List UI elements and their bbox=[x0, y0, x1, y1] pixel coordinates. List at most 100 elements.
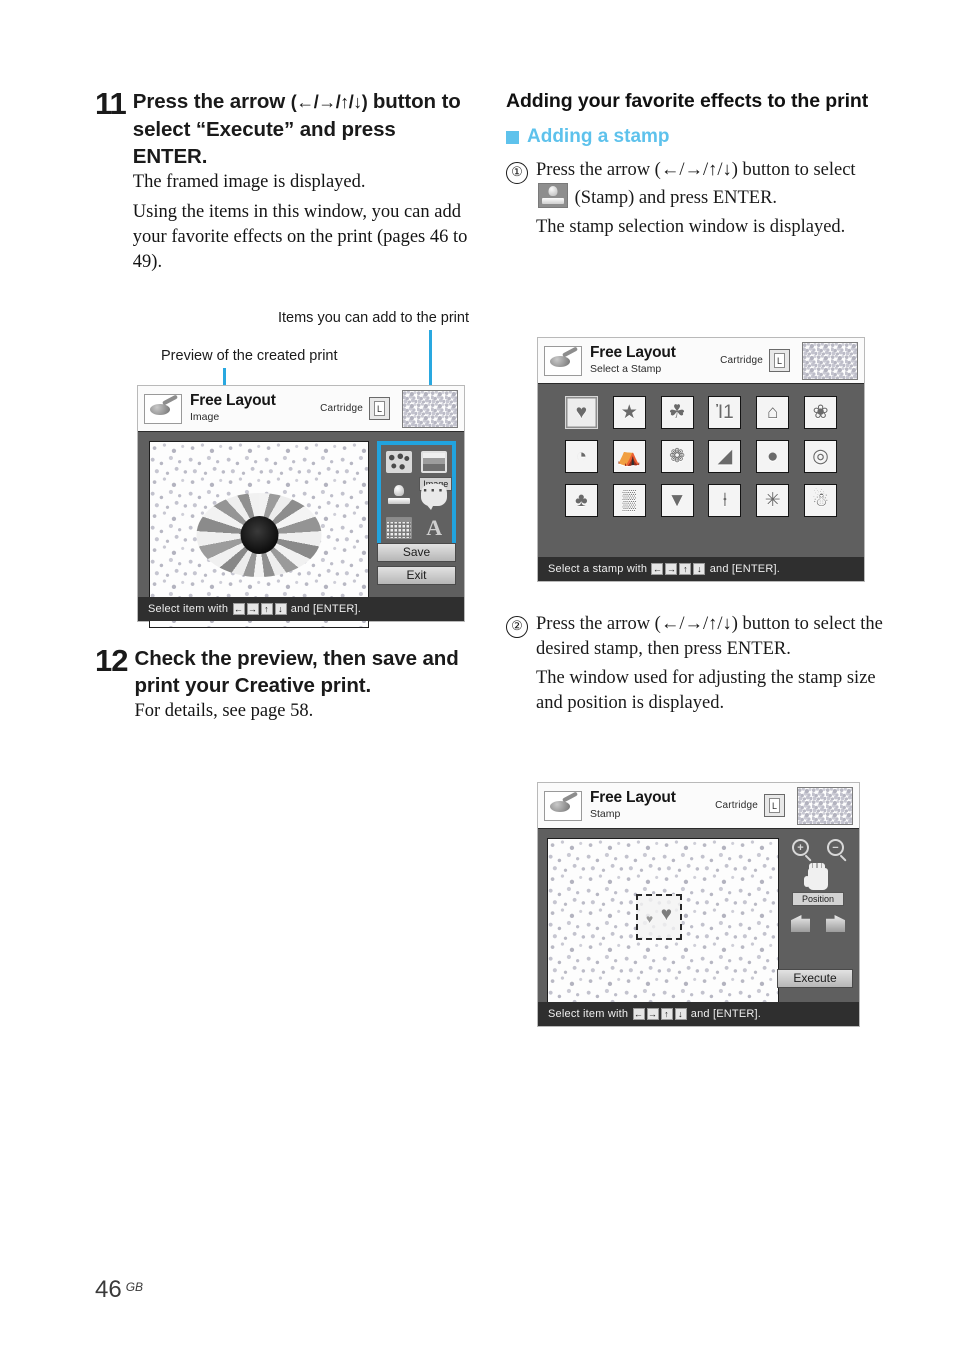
shot3-status-suffix: and [ENTER]. bbox=[690, 1008, 762, 1020]
shot2-cartridge-label: Cartridge bbox=[720, 355, 763, 366]
list-item-2-line-2: The window used for adjusting the stamp … bbox=[536, 668, 876, 713]
callout-preview-label: Preview of the created print bbox=[161, 348, 338, 364]
key-up: ↑ bbox=[660, 1008, 673, 1020]
free-layout-icon bbox=[144, 393, 182, 424]
position-label: Position bbox=[792, 892, 844, 906]
list-item-1-line-2: The stamp selection window is displayed. bbox=[536, 217, 846, 237]
right-column: Adding your favorite effects to the prin… bbox=[506, 88, 886, 247]
sub-heading: Adding a stamp bbox=[506, 125, 886, 149]
position-hand-icon[interactable] bbox=[804, 863, 828, 890]
stamp-cell-clover[interactable]: ☘ bbox=[660, 396, 694, 429]
shot1-titles: Free Layout Image bbox=[190, 393, 276, 424]
house-icon: ⌂ bbox=[766, 401, 779, 423]
step-12-line-1: For details, see page 58. bbox=[134, 701, 314, 721]
shot2-body: ♥ ★ ☘ Ἰ1 ⌂ ❀ ◔ ⛺ ❁ ◢ ● ◎ ♣ ▒ ▼ ⍿ ✳ ☃ bbox=[538, 384, 864, 557]
page-region: GB bbox=[125, 1280, 144, 1294]
bell-icon: ⍿ bbox=[722, 489, 728, 511]
execute-button[interactable]: Execute bbox=[777, 969, 853, 988]
list-item-1-text-b: (Stamp) and press ENTER. bbox=[574, 188, 778, 208]
key-down: ↓ bbox=[274, 603, 287, 615]
list-body-2: Press the arrow (←/→/↑/↓) button to sele… bbox=[536, 612, 886, 720]
stamp-cell-house[interactable]: ⌂ bbox=[756, 396, 790, 429]
zoom-in-icon[interactable]: + bbox=[792, 839, 809, 856]
save-button[interactable]: Save bbox=[377, 543, 456, 562]
shot3-statusbar: Select item with ← → ↑ ↓ and [ENTER]. bbox=[538, 1002, 859, 1026]
message-icon[interactable] bbox=[421, 481, 448, 510]
shot2-status-suffix: and [ENTER]. bbox=[709, 563, 780, 575]
stamp-icon[interactable] bbox=[386, 484, 412, 506]
stamp-cell-pine-tree[interactable]: ♣ bbox=[564, 484, 598, 517]
framed-sunflower-image bbox=[196, 492, 322, 577]
list-marker-1: ① bbox=[506, 162, 528, 184]
snowman-icon: ☃ bbox=[812, 489, 830, 511]
key-left: ← bbox=[651, 563, 664, 575]
cartridge-size: L bbox=[374, 401, 385, 416]
rotate-right-icon[interactable] bbox=[826, 915, 845, 932]
step-11-text: The framed image is displayed. Using the… bbox=[133, 170, 470, 275]
shot1-status-suffix: and [ENTER]. bbox=[290, 603, 362, 615]
stamp-cell-wreath[interactable]: ◎ bbox=[804, 440, 838, 473]
step-12-number: 12 bbox=[95, 643, 128, 678]
stamp-cell-pumpkin[interactable]: ● bbox=[756, 440, 790, 473]
shot3-execute-wrap: Execute bbox=[777, 969, 853, 992]
key-down: ↓ bbox=[674, 1008, 687, 1020]
step-12-text: For details, see page 58. bbox=[134, 699, 470, 724]
candle-icon: ▼ bbox=[667, 489, 687, 511]
birthday-cake-icon: ▒ bbox=[622, 489, 636, 511]
stamp-cell-flower[interactable]: ❀ bbox=[804, 396, 838, 429]
screenshot-stamp-adjust: Free Layout Stamp Cartridge L ♥ ♥ + − Po… bbox=[537, 782, 860, 1027]
left-column-lower: 12 Check the preview, then save and prin… bbox=[95, 645, 470, 733]
cartridge-size: L bbox=[774, 353, 785, 368]
stamp-cell-fireworks[interactable]: ✳ bbox=[756, 484, 790, 517]
shot1-items-toolbar[interactable]: Image A bbox=[377, 441, 456, 549]
stamp-cell-birthday-cake[interactable]: ▒ bbox=[612, 484, 646, 517]
shot1-cartridge-group: Cartridge L bbox=[320, 389, 458, 428]
shot1-print-thumbnail bbox=[402, 389, 458, 428]
key-left: ← bbox=[232, 603, 245, 615]
stamp-cell-bell[interactable]: ⍿ bbox=[708, 484, 742, 517]
heart-small: ♥ bbox=[646, 912, 654, 926]
key-right: → bbox=[246, 603, 259, 615]
zoom-out-icon[interactable]: − bbox=[827, 839, 844, 856]
page-number: 46 GB bbox=[95, 1276, 143, 1304]
shot3-tools: + − Position bbox=[783, 839, 853, 944]
key-right: → bbox=[646, 1008, 659, 1020]
text-icon[interactable]: A bbox=[421, 517, 447, 539]
shot3-titles: Free Layout Stamp bbox=[590, 790, 676, 821]
stamp-grid[interactable]: ♥ ★ ☘ Ἰ1 ⌂ ❀ ◔ ⛺ ❁ ◢ ● ◎ ♣ ▒ ▼ ⍿ ✳ ☃ bbox=[560, 392, 842, 543]
stamp-cell-snowman[interactable]: ☃ bbox=[804, 484, 838, 517]
stamp-cell-autumn-scene[interactable]: ◢ bbox=[708, 440, 742, 473]
step-12: 12 Check the preview, then save and prin… bbox=[95, 645, 470, 729]
rotate-left-icon[interactable] bbox=[791, 915, 810, 932]
stamp-cell-shooting-star[interactable]: ★ bbox=[612, 396, 646, 429]
manual-page: 11 Press the arrow (←/→/↑/↓) button to s… bbox=[0, 0, 954, 1352]
key-left: ← bbox=[632, 1008, 645, 1020]
stamp-cell-tent[interactable]: ⛺ bbox=[612, 440, 646, 473]
shot3-subtitle: Stamp bbox=[590, 808, 621, 820]
stamp-placement-box[interactable]: ♥ ♥ bbox=[636, 894, 682, 940]
calendar-icon[interactable] bbox=[385, 517, 412, 540]
stamp-cell-easter-eggs[interactable]: ◔ bbox=[564, 440, 598, 473]
stamp-cell-maple-leaf[interactable]: ❁ bbox=[660, 440, 694, 473]
autumn-scene-icon: ◢ bbox=[717, 445, 733, 467]
list-item-2: ② Press the arrow (←/→/↑/↓) button to se… bbox=[506, 612, 886, 720]
frame-icon[interactable] bbox=[385, 450, 412, 473]
image-icon[interactable]: Image bbox=[419, 450, 453, 491]
stamp-cell-gift[interactable]: Ἰ1 bbox=[708, 396, 742, 429]
hearts-stamp-icon: ♥ ♥ bbox=[646, 904, 672, 928]
step-11-heading: Press the arrow (←/→/↑/↓) button to sele… bbox=[133, 88, 470, 170]
exit-button[interactable]: Exit bbox=[377, 566, 456, 585]
shot2-title: Free Layout bbox=[590, 344, 676, 361]
cartridge-size: L bbox=[769, 798, 780, 813]
list-marker-2: ② bbox=[506, 616, 528, 638]
cartridge-icon: L bbox=[369, 397, 390, 420]
section-heading: Adding your favorite effects to the prin… bbox=[506, 90, 869, 112]
shot3-status-prefix: Select item with bbox=[548, 1008, 629, 1020]
heart-large: ♥ bbox=[660, 904, 672, 925]
flower-icon: ❀ bbox=[812, 401, 829, 423]
stamp-cell-hearts[interactable]: ♥ bbox=[564, 396, 598, 429]
shot1-status-prefix: Select item with bbox=[148, 603, 229, 615]
clover-icon: ☘ bbox=[668, 401, 686, 423]
sub-heading-label: Adding a stamp bbox=[527, 126, 670, 147]
stamp-cell-candle[interactable]: ▼ bbox=[660, 484, 694, 517]
